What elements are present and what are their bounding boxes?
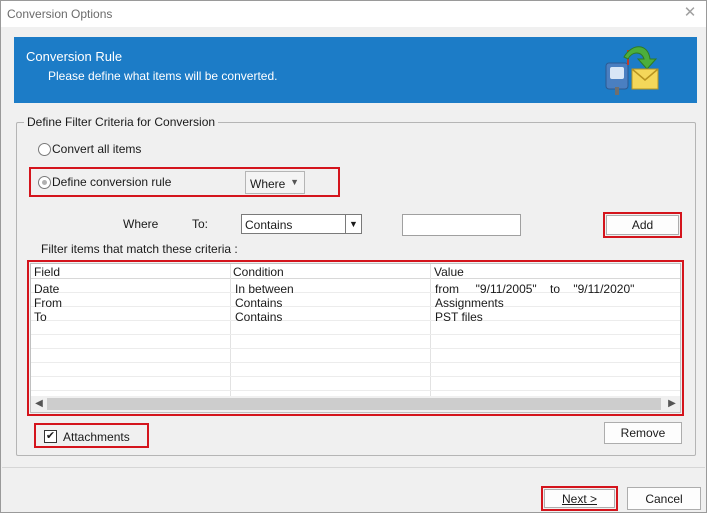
convert-all-label[interactable]: Convert all items <box>52 142 141 156</box>
next-button-label: Next > <box>561 492 597 506</box>
value-input[interactable] <box>402 214 521 236</box>
mailbox-convert-icon <box>605 46 659 95</box>
scroll-left-icon[interactable]: ◀ <box>31 397 47 411</box>
conversion-options-dialog: Conversion Options ✕ Conversion Rule Ple… <box>0 0 707 513</box>
cell-condition: Contains <box>235 310 283 324</box>
group-legend: Define Filter Criteria for Conversion <box>24 115 219 129</box>
cell-condition: In between <box>235 282 294 296</box>
footer-separator <box>2 467 705 468</box>
chevron-down-icon: ▼ <box>345 215 361 233</box>
horizontal-scrollbar[interactable]: ◀ ▶ <box>31 396 680 412</box>
to-label: To: <box>192 217 209 231</box>
window-title: Conversion Options <box>7 7 113 21</box>
remove-button[interactable]: Remove <box>604 422 682 444</box>
define-rule-radio[interactable] <box>38 176 51 189</box>
cell-condition: Contains <box>235 296 283 310</box>
scroll-thumb[interactable] <box>47 398 661 410</box>
cancel-button-label: Cancel <box>645 492 683 506</box>
column-header-value[interactable]: Value <box>434 265 464 279</box>
filter-grid[interactable]: Field Condition Value Date In between fr… <box>30 263 681 413</box>
convert-all-radio[interactable] <box>38 143 51 156</box>
condition-combo[interactable]: Contains ▼ <box>241 214 362 234</box>
where-label: Where <box>123 217 159 231</box>
column-header-field[interactable]: Field <box>34 265 60 279</box>
remove-button-label: Remove <box>620 426 666 440</box>
define-rule-label[interactable]: Define conversion rule <box>52 175 171 189</box>
cell-value: Assignments <box>435 296 504 310</box>
cancel-button[interactable]: Cancel <box>627 487 701 510</box>
filter-caption: Filter items that match these criteria : <box>41 242 238 256</box>
banner-title: Conversion Rule <box>26 49 123 64</box>
banner-subtitle: Please define what items will be convert… <box>48 69 278 83</box>
rule-combo[interactable]: Where ▼ <box>245 171 305 194</box>
column-header-condition[interactable]: Condition <box>233 265 284 279</box>
attachments-label[interactable]: Attachments <box>63 430 130 444</box>
add-button-label: Add <box>631 218 654 232</box>
title-bar: Conversion Options ✕ <box>1 1 706 27</box>
close-icon[interactable]: ✕ <box>682 5 698 21</box>
cell-value: PST files <box>435 310 483 324</box>
cell-field: Date <box>34 282 60 296</box>
condition-value: Contains <box>245 218 293 232</box>
grid-header: Field Condition Value <box>31 264 680 279</box>
cell-value: from "9/11/2005" to "9/11/2020" <box>435 282 635 296</box>
scroll-right-icon[interactable]: ▶ <box>664 397 680 411</box>
cell-field: From <box>34 296 62 310</box>
cell-field: To <box>34 310 47 324</box>
add-button[interactable]: Add <box>606 215 679 235</box>
next-button[interactable]: Next > <box>544 489 615 508</box>
attachments-checkbox[interactable]: ✔ <box>44 430 57 443</box>
rule-combo-value: Where <box>250 177 286 191</box>
header-banner: Conversion Rule Please define what items… <box>14 37 697 103</box>
chevron-down-icon: ▼ <box>290 177 299 187</box>
